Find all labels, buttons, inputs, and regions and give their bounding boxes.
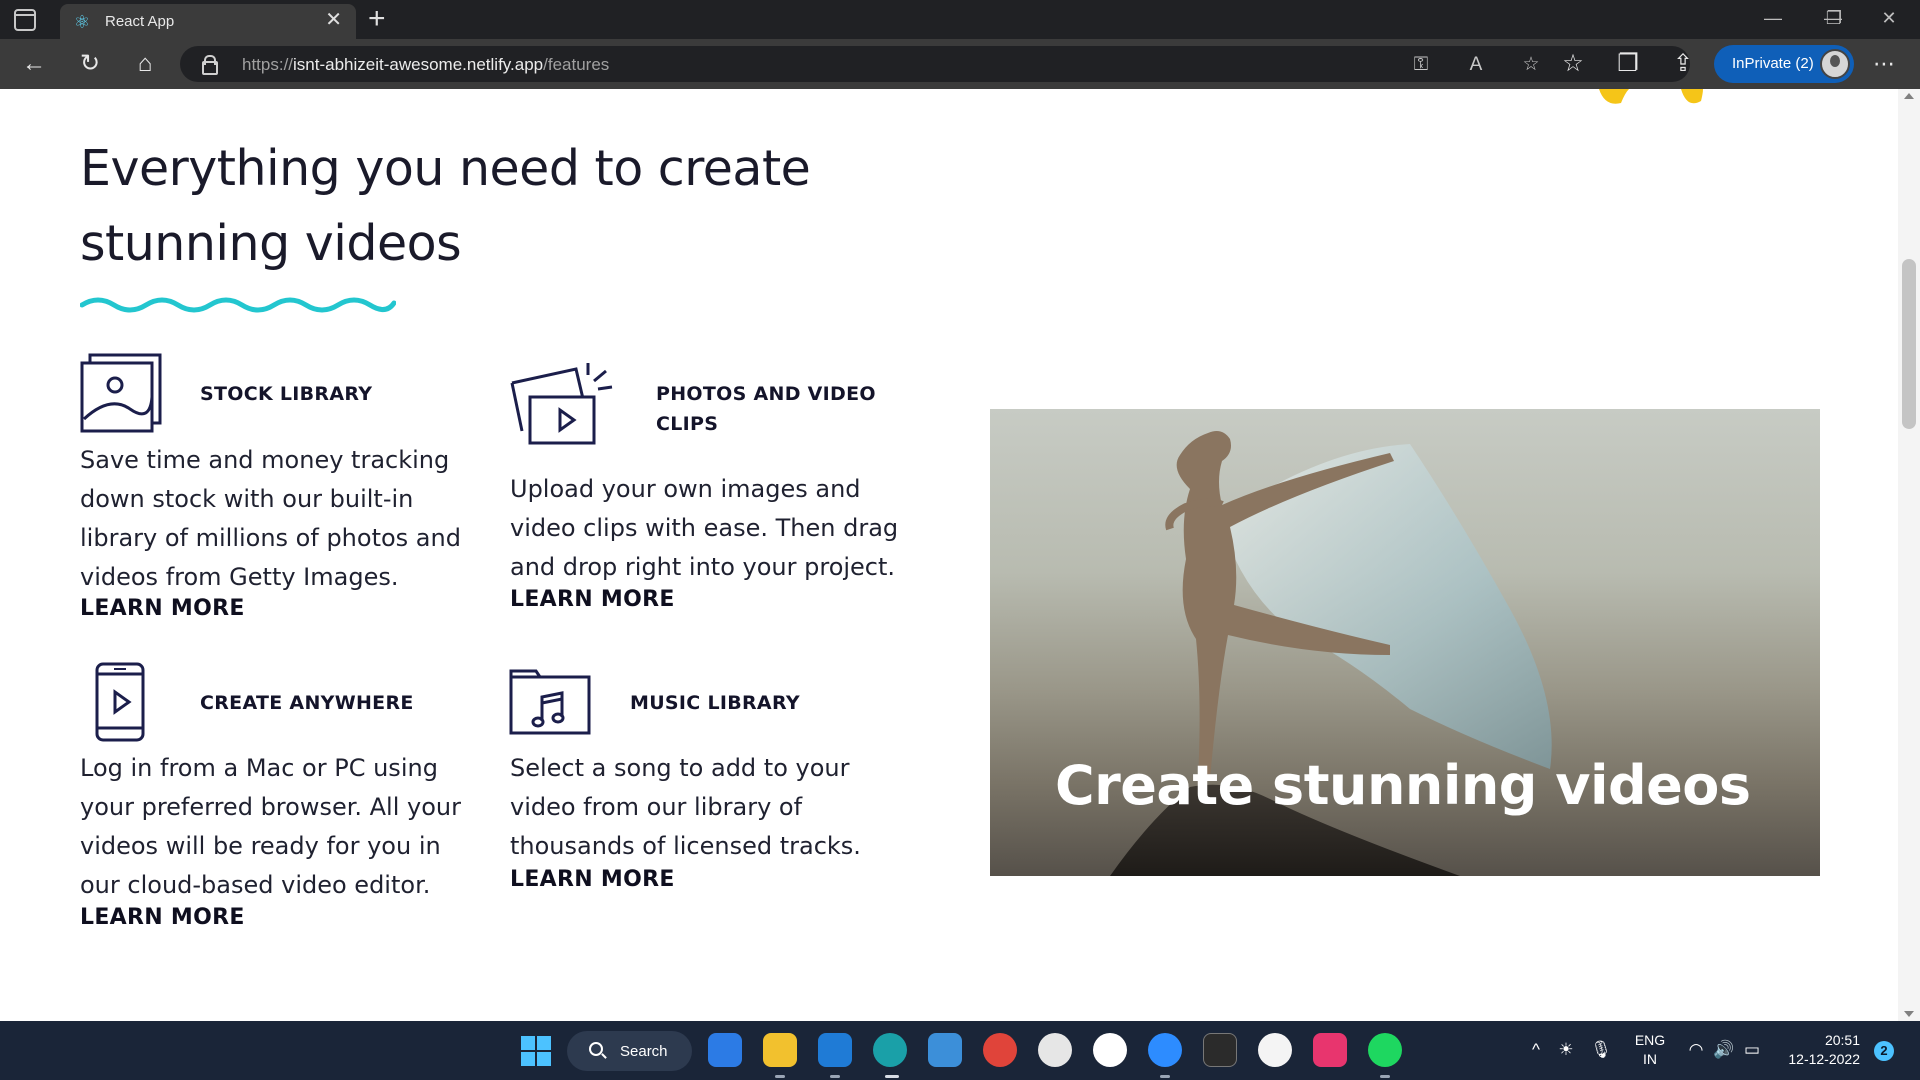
notification-badge[interactable]: 2 — [1874, 1041, 1894, 1061]
show-hidden-icons-chevron-icon[interactable]: ^ — [1524, 1039, 1548, 1061]
feature-desc-photos-video-clips: Upload your own images and video clips w… — [510, 475, 899, 581]
address-bar[interactable]: https://isnt-abhizeit-awesome.netlify.ap… — [180, 46, 1690, 82]
clock-time: 20:51 — [1824, 1032, 1860, 1048]
tab-title: React App — [105, 13, 175, 30]
spotify-running-indicator — [1380, 1075, 1390, 1078]
search-icon — [589, 1042, 603, 1056]
page-scrollbar[interactable] — [1898, 89, 1920, 1021]
feature-desc-create-anywhere: Log in from a Mac or PC using your prefe… — [80, 754, 461, 899]
phone-play-icon — [95, 662, 145, 742]
mongodb-compass-icon[interactable] — [1093, 1033, 1127, 1067]
scroll-up-arrow-icon[interactable] — [1904, 93, 1914, 99]
profile-avatar — [1820, 49, 1850, 79]
video-clip-icon — [510, 363, 613, 445]
learn-more-music-library-link[interactable]: LEARN MORE — [510, 867, 675, 892]
learn-more-create-anywhere-link[interactable]: LEARN MORE — [80, 905, 245, 930]
hero-image: Create stunning videos — [990, 409, 1820, 876]
refresh-icon[interactable]: ↻ — [74, 48, 106, 80]
image-icon — [80, 353, 162, 433]
feature-desc-stock-library: Save time and money tracking down stock … — [80, 446, 461, 591]
clock-date: 12-12-2022 — [1788, 1051, 1860, 1067]
language-indicator[interactable]: ENG IN — [1628, 1031, 1672, 1069]
mail-app-icon[interactable] — [708, 1033, 742, 1067]
browser-tab[interactable]: ⚛ React App ✕ — [60, 4, 356, 39]
clipchamp-icon[interactable] — [1313, 1033, 1347, 1067]
notepad-icon[interactable] — [928, 1033, 962, 1067]
terminal-icon[interactable] — [1203, 1033, 1237, 1067]
close-window-button[interactable]: ✕ — [1874, 8, 1904, 28]
taskbar-search[interactable]: Search — [567, 1031, 692, 1071]
feature-title-stock-library: STOCK LIBRARY — [200, 383, 373, 405]
share-icon[interactable]: ⇪ — [1667, 48, 1699, 80]
more-options-icon[interactable]: ⋯ — [1868, 48, 1900, 80]
search-label: Search — [620, 1043, 668, 1060]
zoom-running-indicator — [1160, 1075, 1170, 1078]
back-icon[interactable]: ← — [18, 48, 50, 80]
slack-icon[interactable] — [1258, 1033, 1292, 1067]
edge-active-indicator — [885, 1075, 899, 1078]
feature-title-photos-video-clips: PHOTOS AND VIDEO CLIPS — [656, 383, 876, 435]
chrome-icon[interactable] — [983, 1033, 1017, 1067]
zoom-icon[interactable] — [1148, 1033, 1182, 1067]
clock[interactable]: 20:51 12-12-2022 — [1774, 1031, 1860, 1069]
collections-icon[interactable]: ❐ — [1612, 48, 1644, 80]
learn-more-photos-video-clips-link[interactable]: LEARN MORE — [510, 587, 675, 612]
battery-icon[interactable]: ▭ — [1740, 1039, 1764, 1061]
add-favorite-icon[interactable]: ☆ — [1518, 52, 1544, 78]
language-code: ENG — [1634, 1032, 1666, 1048]
restore-button[interactable]: ❐ — [1819, 8, 1849, 28]
region-code: IN — [1643, 1051, 1657, 1067]
weather-icon[interactable]: ☀ — [1554, 1039, 1578, 1061]
file-explorer-running-indicator — [775, 1075, 785, 1078]
page-heading: Everything you need to create stunning v… — [80, 140, 811, 272]
file-explorer-icon[interactable] — [763, 1033, 797, 1067]
clock-app-icon[interactable] — [1038, 1033, 1072, 1067]
favorites-icon[interactable]: ☆ — [1557, 48, 1589, 80]
learn-more-stock-library-link[interactable]: LEARN MORE — [80, 596, 245, 621]
lock-icon[interactable] — [202, 55, 218, 75]
scroll-down-arrow-icon[interactable] — [1904, 1011, 1914, 1017]
wave-divider — [80, 297, 396, 313]
wifi-icon[interactable]: ◠ — [1684, 1039, 1708, 1061]
hero-caption: Create stunning videos — [1055, 754, 1751, 817]
react-favicon-icon: ⚛ — [73, 12, 91, 32]
yellow-splash-decoration — [1599, 89, 1703, 104]
page-viewport: Everything you need to create stunning v… — [0, 89, 1898, 1021]
windows-taskbar: Search ^ ☀ 🎙 ENG IN ◠ 🔊 ▭ 20:51 12-12-20… — [0, 1021, 1920, 1080]
url-text[interactable]: https://isnt-abhizeit-awesome.netlify.ap… — [242, 55, 609, 75]
windows-start-icon[interactable] — [521, 1036, 551, 1066]
vscode-running-indicator — [830, 1075, 840, 1078]
minimize-button[interactable]: — — [1758, 8, 1788, 28]
inprivate-label: InPrivate (2) — [1732, 55, 1814, 72]
read-aloud-icon[interactable]: A — [1463, 52, 1489, 78]
tab-actions-icon[interactable] — [14, 9, 36, 31]
spotify-icon[interactable] — [1368, 1033, 1402, 1067]
edge-browser-icon[interactable] — [873, 1033, 907, 1067]
microphone-icon[interactable]: 🎙 — [1589, 1039, 1613, 1061]
home-icon[interactable]: ⌂ — [129, 48, 161, 80]
browser-toolbar: ← ↻ ⌂ https://isnt-abhizeit-awesome.netl… — [0, 39, 1920, 89]
key-icon[interactable]: ⚿ — [1408, 52, 1434, 78]
new-tab-button[interactable]: + — [368, 2, 386, 36]
feature-title-music-library: MUSIC LIBRARY — [630, 692, 800, 714]
tab-bar: ⚛ React App ✕ + — — [0, 0, 1920, 39]
volume-icon[interactable]: 🔊 — [1712, 1039, 1736, 1061]
feature-desc-music-library: Select a song to add to your video from … — [510, 754, 861, 860]
close-tab-icon[interactable]: ✕ — [325, 9, 342, 31]
scrollbar-thumb[interactable] — [1902, 259, 1916, 429]
inprivate-button[interactable]: InPrivate (2) — [1714, 45, 1854, 83]
feature-title-create-anywhere: CREATE ANYWHERE — [200, 692, 414, 714]
music-folder-icon — [509, 669, 591, 735]
vscode-icon[interactable] — [818, 1033, 852, 1067]
